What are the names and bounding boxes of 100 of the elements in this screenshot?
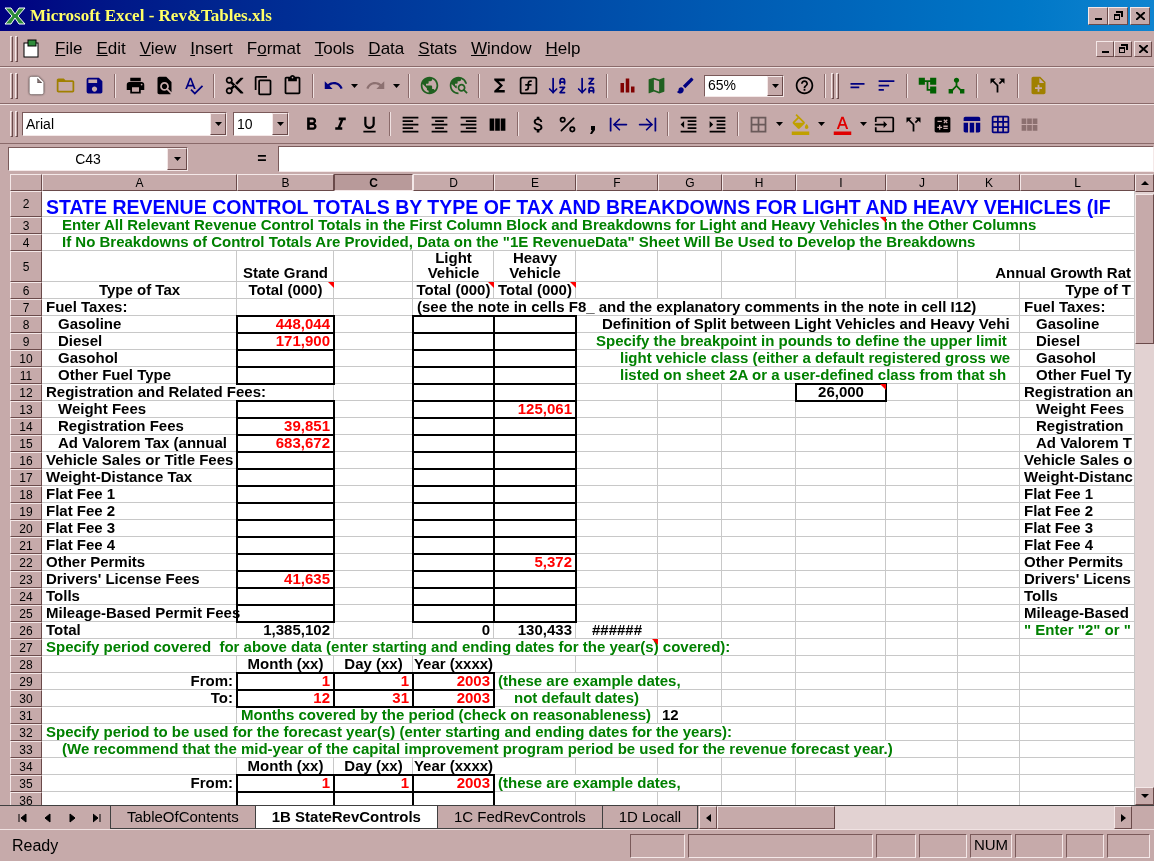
printer-icon[interactable] (125, 75, 146, 96)
sort-descending-icon[interactable] (576, 75, 597, 96)
caret-icon[interactable] (276, 122, 284, 126)
input-field[interactable]: 41,635 (236, 570, 335, 589)
input-field[interactable] (236, 485, 335, 504)
clipboard-icon[interactable] (282, 75, 303, 96)
input-field[interactable] (236, 502, 335, 521)
caret-icon[interactable] (860, 122, 867, 126)
close-button[interactable] (1134, 40, 1152, 57)
column-header[interactable]: D (413, 174, 494, 191)
input-field[interactable] (236, 536, 335, 555)
caret-icon[interactable] (393, 83, 400, 88)
input-field[interactable]: 683,672 (236, 434, 335, 453)
input-field[interactable] (236, 451, 335, 470)
column-header[interactable]: A (42, 174, 237, 191)
caret-icon[interactable] (351, 83, 358, 88)
document-icon[interactable] (26, 75, 47, 96)
font-size-dropdown[interactable]: 10 (233, 112, 289, 136)
input-field[interactable] (236, 553, 335, 572)
zoom-dropdown[interactable]: 65% (704, 74, 784, 97)
column-header[interactable]: J (886, 174, 958, 191)
tree-icon[interactable] (917, 75, 938, 96)
column-header[interactable]: E (494, 174, 576, 191)
caret-icon[interactable] (173, 157, 181, 161)
scissors-icon[interactable] (224, 75, 245, 96)
input-field[interactable] (236, 349, 335, 368)
menu-item[interactable]: Edit (89, 35, 133, 62)
restore-button[interactable] (1108, 6, 1128, 25)
next-sheet-icon[interactable] (68, 812, 77, 823)
scroll-thumb[interactable] (1135, 194, 1154, 344)
globe-icon[interactable] (419, 75, 440, 96)
minimize-button[interactable] (1088, 6, 1108, 25)
column-header[interactable]: C (334, 174, 413, 191)
input-field[interactable]: 448,044 (236, 315, 335, 334)
menu-item[interactable]: Tools (307, 35, 362, 62)
scroll-up-button[interactable] (1135, 174, 1154, 192)
sort-ascending-icon[interactable] (547, 75, 568, 96)
map-icon[interactable] (646, 75, 667, 96)
column-header[interactable]: F (576, 174, 658, 191)
page-magnifier-icon[interactable] (154, 75, 175, 96)
last-sheet-icon[interactable] (93, 812, 102, 823)
input-field[interactable] (412, 604, 495, 623)
menu-item[interactable]: Insert (183, 35, 240, 62)
caret-icon[interactable] (214, 122, 222, 126)
input-field[interactable] (236, 400, 335, 419)
input-field[interactable]: 26,000 (795, 383, 887, 402)
menu-item[interactable]: File (48, 35, 90, 62)
scroll-down-button[interactable] (1135, 787, 1154, 805)
input-field[interactable]: 1 (236, 672, 335, 691)
sheet-tab[interactable]: TableOfContents (110, 806, 256, 829)
input-field[interactable] (412, 315, 495, 334)
menu-item[interactable]: Window (464, 35, 539, 62)
menu-item[interactable]: Data (361, 35, 412, 62)
input-field[interactable] (236, 468, 335, 487)
column-header[interactable]: K (958, 174, 1020, 191)
spelling-check-icon[interactable] (183, 75, 204, 96)
edit-formula-button[interactable]: = (252, 148, 272, 170)
copy-icon[interactable] (253, 75, 274, 96)
input-field[interactable] (236, 587, 335, 606)
caret-icon[interactable] (771, 83, 779, 88)
menu-item[interactable]: Stats (411, 35, 465, 62)
formula-input[interactable] (278, 146, 1154, 172)
minimize-button[interactable] (1096, 40, 1114, 57)
column-header[interactable]: I (796, 174, 886, 191)
input-field[interactable]: 2003 (412, 689, 495, 708)
column-header[interactable]: G (658, 174, 722, 191)
drawing-icon[interactable] (675, 75, 696, 96)
help-icon[interactable] (794, 75, 815, 96)
column-header[interactable]: L (1020, 174, 1135, 191)
select-all-button[interactable] (10, 174, 42, 191)
name-box[interactable]: C43 (8, 147, 188, 171)
input-field[interactable] (236, 519, 335, 538)
scroll-left-icon[interactable] (705, 813, 711, 822)
scroll-thumb[interactable] (717, 806, 836, 829)
function-icon[interactable] (518, 75, 539, 96)
input-field[interactable]: 171,900 (236, 332, 335, 351)
vertical-scrollbar[interactable] (1135, 174, 1154, 805)
app-icon[interactable] (4, 6, 26, 25)
menu-item[interactable]: Format (239, 35, 308, 62)
horizontal-scrollbar[interactable] (717, 806, 1114, 829)
sheet-tab[interactable]: 1B StateRevControls (254, 806, 438, 829)
font-dropdown[interactable]: Arial (22, 112, 227, 136)
column-header[interactable]: B (237, 174, 334, 191)
grid-icon[interactable] (990, 113, 1011, 135)
globe-search-icon[interactable] (448, 75, 469, 96)
close-button[interactable] (1130, 6, 1150, 25)
input-field[interactable]: 1 (236, 774, 335, 793)
input-field[interactable] (236, 366, 335, 385)
save-icon[interactable] (84, 75, 105, 96)
sheet-tab[interactable]: 1D Locall (601, 806, 699, 829)
input-field[interactable]: 39,851 (236, 417, 335, 436)
previous-sheet-icon[interactable] (43, 812, 52, 823)
scroll-right-icon[interactable] (1120, 813, 1126, 822)
caret-icon[interactable] (818, 122, 825, 126)
hub-icon[interactable] (946, 75, 967, 96)
menu-item[interactable]: View (132, 35, 184, 62)
restore-button[interactable] (1114, 40, 1132, 57)
first-sheet-icon[interactable] (18, 812, 27, 823)
input-field[interactable] (493, 604, 577, 623)
menu-item[interactable]: Help (538, 35, 588, 62)
